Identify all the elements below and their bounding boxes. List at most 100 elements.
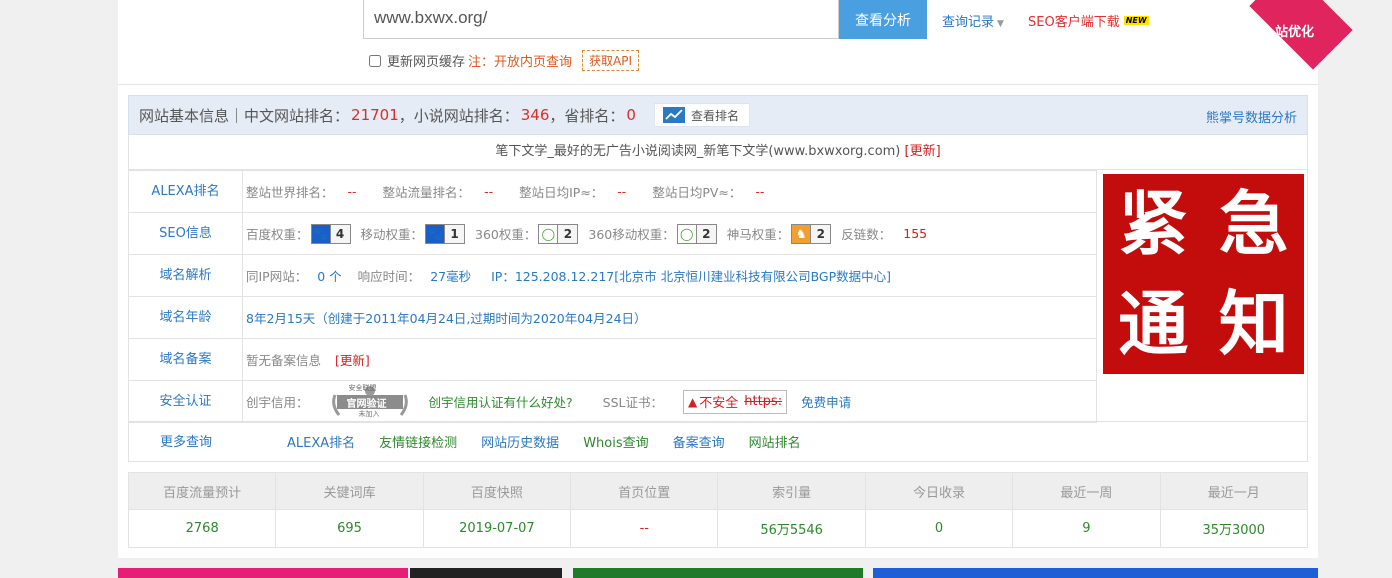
- ad-banner[interactable]: [118, 568, 408, 578]
- baidu-weight-label: 百度权重：: [246, 227, 309, 242]
- stats-value[interactable]: 2768: [127, 509, 277, 548]
- seo-client-download-link[interactable]: SEO客户端下载 NEW: [1028, 11, 1149, 30]
- url-search-input[interactable]: www.bxwx.org/: [363, 0, 839, 39]
- notice-char: 紧: [1118, 183, 1189, 265]
- urgent-notice-banner[interactable]: 紧 急 通 知: [1103, 174, 1304, 374]
- get-api-button[interactable]: 获取API: [582, 50, 640, 71]
- response-time-label: 响应时间：: [357, 269, 421, 284]
- bear-data-analysis-link[interactable]: 熊掌号数据分析: [1206, 107, 1297, 126]
- 360-ring-icon: ◯: [541, 226, 556, 241]
- query-history-label: 查询记录: [942, 15, 995, 30]
- ssl-status-box[interactable]: ▲ 不安全 https:: [683, 389, 788, 414]
- stats-header: 百度快照: [422, 472, 572, 510]
- more-link-site-rank[interactable]: 网站排名: [749, 432, 801, 451]
- free-ssl-link[interactable]: 免费申请: [801, 392, 851, 411]
- ad-banner[interactable]: [573, 568, 863, 578]
- refresh-cache-checkbox[interactable]: [369, 54, 381, 67]
- flow-rank-label: 整站流量排名：: [382, 185, 471, 200]
- section-title: 网站基本信息: [139, 106, 230, 125]
- security-label[interactable]: 安全认证: [129, 381, 243, 422]
- seo-client-label: SEO客户端下载: [1028, 15, 1120, 30]
- daily-pv-value: --: [755, 184, 765, 199]
- s360-weight-badge[interactable]: ◯ 2: [538, 223, 579, 244]
- daily-ip-label: 整站日均IP≈：: [519, 185, 604, 200]
- stats-header: 关键词库: [275, 472, 424, 510]
- s360-mobile-weight-value: 2: [695, 224, 716, 243]
- seo-row: SEO信息 百度权重： 🐾 4 移动权重： 🐾 1 360权重： ◯ 2 360移动权…: [129, 212, 1096, 254]
- stats-header-row: 百度流量预计 关键词库 百度快照 首页位置 索引量 今日收录 最近一周 最近一月: [127, 472, 1309, 510]
- domain-label[interactable]: 域名解析: [129, 255, 243, 296]
- cn-rank-label: ｜中文网站排名：: [229, 106, 350, 125]
- ssl-insecure-label: 不安全: [699, 396, 739, 411]
- cn-rank-value: 21701: [351, 106, 399, 124]
- divider: [118, 84, 1318, 85]
- notice-char: 急: [1218, 183, 1289, 265]
- s360-mobile-weight-badge[interactable]: ◯ 2: [676, 223, 717, 244]
- inner-page-query-note[interactable]: 注：开放内页查询: [468, 51, 572, 70]
- beian-update-link[interactable]: [更新]: [335, 350, 370, 369]
- more-link-friend-links[interactable]: 友情链接检测: [379, 432, 457, 451]
- ssl-https-label: https:: [744, 394, 783, 409]
- main-panel: www.bxwx.org/ 查看分析 查询记录 ▼ SEO客户端下载 NEW 站优化…: [118, 0, 1353, 558]
- more-link-history[interactable]: 网站历史数据: [481, 432, 559, 451]
- stats-value[interactable]: --: [570, 509, 719, 548]
- chevron-down-icon: ▼: [997, 19, 1004, 29]
- options-row: 更新网页缓存 注：开放内页查询 获取API: [369, 50, 640, 71]
- trend-chart-icon: [662, 107, 685, 123]
- corner-ribbon[interactable]: 站优化: [1249, 0, 1353, 70]
- chuangyu-label: 创宇信用：: [246, 395, 309, 410]
- stats-table: 百度流量预计 关键词库 百度快照 首页位置 索引量 今日收录 最近一周 最近一月…: [127, 472, 1309, 548]
- seo-label[interactable]: SEO信息: [129, 213, 243, 254]
- site-title-row: 笔下文学_最好的无广告小说阅读网_新笔下文学(www.bxwxorg.com) …: [128, 135, 1308, 170]
- backlinks-value[interactable]: 155: [903, 226, 927, 241]
- beian-row: 域名备案 暂无备案信息 [更新]: [129, 338, 1096, 380]
- more-link-beian[interactable]: 备案查询: [673, 432, 725, 451]
- shenma-weight-badge[interactable]: ♞ 2: [791, 223, 832, 244]
- analyze-button[interactable]: 查看分析: [839, 0, 927, 39]
- mobile-weight-badge[interactable]: 🐾 1: [425, 223, 466, 244]
- age-label[interactable]: 域名年龄: [129, 297, 243, 338]
- more-queries-label[interactable]: 更多查询: [129, 422, 243, 461]
- stats-header: 最近一周: [1012, 472, 1161, 510]
- beian-value: 暂无备案信息: [246, 353, 322, 368]
- security-row: 安全认证 创宇信用： 安全联盟 官网验证 未加入 创宇信用认证有什么好处? SS…: [129, 380, 1096, 422]
- alexa-row: ALEXA排名 整站世界排名： -- 整站流量排名： -- 整站日均IP≈： -- 整…: [129, 170, 1096, 212]
- ip-info-link[interactable]: IP：125.208.12.217[北京市 北京恒川建业科技有限公司BGP数据中…: [491, 266, 891, 285]
- site-info-header: 网站基本信息 ｜中文网站排名： 21701 ，小说网站排名： 346 ，省排名：…: [128, 95, 1308, 135]
- ssl-label: SSL证书：: [602, 395, 663, 410]
- chuangyu-benefits-link[interactable]: 创宇信用认证有什么好处?: [429, 392, 573, 411]
- stats-value[interactable]: 35万3000: [1159, 509, 1309, 548]
- mobile-weight-label: 移动权重：: [360, 227, 424, 242]
- ad-banner[interactable]: [410, 568, 562, 578]
- view-rank-label: 查看排名: [690, 108, 739, 123]
- domain-row: 域名解析 同IP网站： 0 个 响应时间： 27毫秒 IP：125.208.12…: [129, 254, 1096, 296]
- world-rank-value: --: [347, 184, 357, 199]
- age-row: 域名年龄 8年2月15天（创建于2011年04月24日,过期时间为2020年04…: [129, 296, 1096, 338]
- baidu-weight-badge[interactable]: 🐾 4: [310, 223, 351, 244]
- novel-rank-value: 346: [520, 106, 550, 124]
- shenma-weight-label: 神马权重：: [726, 227, 790, 242]
- novel-rank-label: ，小说网站排名：: [398, 106, 519, 125]
- domain-age-value: 8年2月15天（创建于2011年04月24日,过期时间为2020年04月24日）: [246, 311, 647, 326]
- more-link-whois[interactable]: Whois查询: [583, 432, 648, 451]
- stats-value[interactable]: 2019-07-07: [422, 509, 572, 548]
- stats-value[interactable]: 9: [1012, 509, 1161, 548]
- world-rank-label: 整站世界排名：: [246, 185, 334, 200]
- prov-rank-value: 0: [626, 106, 636, 124]
- ad-banner[interactable]: [873, 568, 1318, 578]
- stats-value[interactable]: 0: [864, 509, 1014, 548]
- s360-mobile-weight-label: 360移动权重：: [588, 227, 675, 242]
- update-title-link[interactable]: [更新]: [905, 144, 941, 159]
- chuangyu-seal[interactable]: 安全联盟 官网验证 未加入: [327, 384, 413, 419]
- stats-value[interactable]: 695: [275, 509, 424, 548]
- refresh-cache-label[interactable]: 更新网页缓存: [387, 51, 465, 70]
- stats-value[interactable]: 56万5546: [717, 509, 866, 548]
- same-ip-label: 同IP网站：: [246, 269, 308, 284]
- beian-label[interactable]: 域名备案: [129, 339, 243, 380]
- query-history-dropdown[interactable]: 查询记录 ▼: [942, 11, 1004, 30]
- prov-rank-label: ，省排名：: [549, 106, 625, 125]
- alexa-label[interactable]: ALEXA排名: [129, 171, 243, 212]
- same-ip-value[interactable]: 0 个: [317, 266, 341, 285]
- more-link-alexa[interactable]: ALEXA排名: [287, 432, 355, 451]
- view-rank-button[interactable]: 查看排名: [653, 103, 750, 127]
